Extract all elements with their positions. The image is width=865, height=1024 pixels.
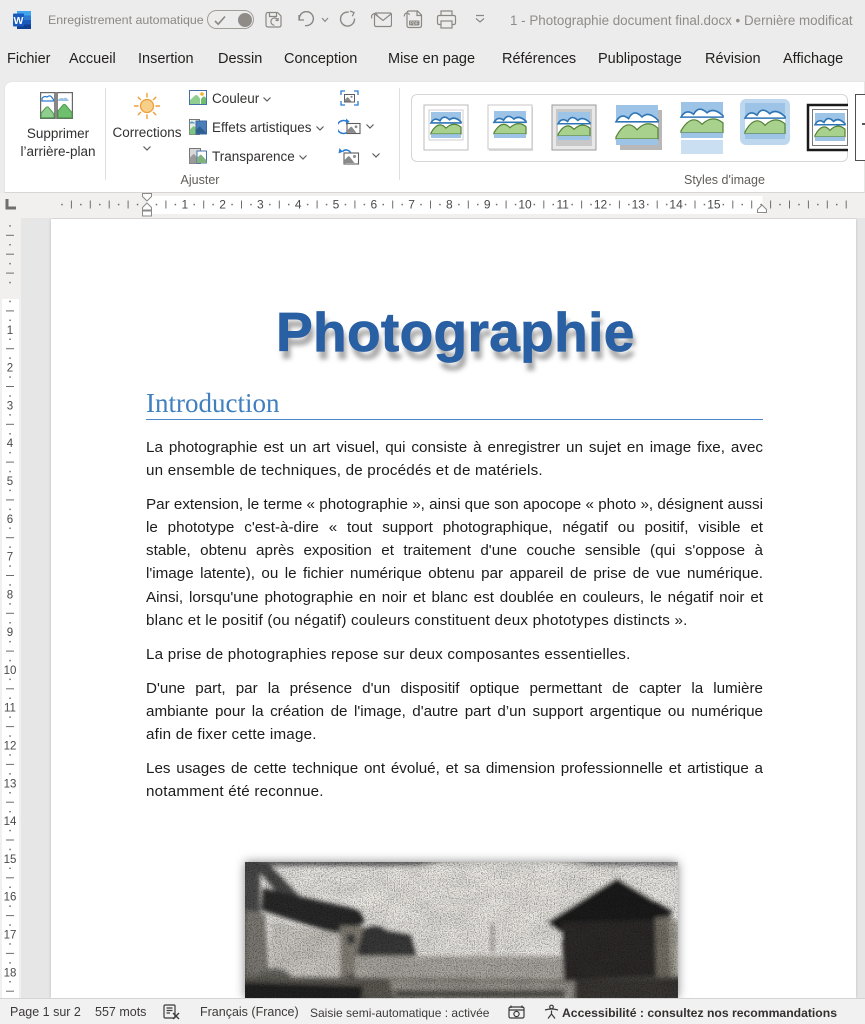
svg-text:11: 11 xyxy=(556,198,569,212)
svg-text:3: 3 xyxy=(257,198,264,212)
svg-text:13: 13 xyxy=(632,198,646,212)
svg-text:10: 10 xyxy=(518,198,532,212)
svg-text:5: 5 xyxy=(7,476,13,488)
svg-text:4: 4 xyxy=(7,438,14,450)
svg-text:17: 17 xyxy=(4,930,17,942)
svg-text:13: 13 xyxy=(4,778,17,790)
svg-text:2: 2 xyxy=(219,198,226,212)
svg-text:2: 2 xyxy=(7,363,13,375)
svg-text:15: 15 xyxy=(4,854,17,866)
svg-text:6: 6 xyxy=(370,198,377,212)
svg-text:9: 9 xyxy=(484,198,491,212)
svg-text:11: 11 xyxy=(4,703,16,715)
svg-text:1: 1 xyxy=(181,198,188,212)
svg-text:9: 9 xyxy=(7,627,13,639)
svg-text:10: 10 xyxy=(4,665,17,677)
svg-text:8: 8 xyxy=(446,198,453,212)
svg-text:14: 14 xyxy=(4,816,17,828)
svg-text:12: 12 xyxy=(594,198,608,212)
svg-text:1: 1 xyxy=(7,325,13,337)
svg-text:7: 7 xyxy=(408,198,415,212)
svg-text:16: 16 xyxy=(4,892,17,904)
svg-text:7: 7 xyxy=(7,552,13,564)
svg-text:4: 4 xyxy=(295,198,302,212)
svg-text:14: 14 xyxy=(669,198,683,212)
svg-text:W: W xyxy=(14,15,24,27)
svg-text:6: 6 xyxy=(7,514,13,526)
svg-text:15: 15 xyxy=(707,198,721,212)
svg-text:PDF: PDF xyxy=(410,21,419,26)
svg-text:12: 12 xyxy=(4,741,17,753)
svg-text:3: 3 xyxy=(7,400,13,412)
svg-text:18: 18 xyxy=(4,967,17,979)
svg-text:5: 5 xyxy=(333,198,340,212)
svg-text:8: 8 xyxy=(7,589,13,601)
